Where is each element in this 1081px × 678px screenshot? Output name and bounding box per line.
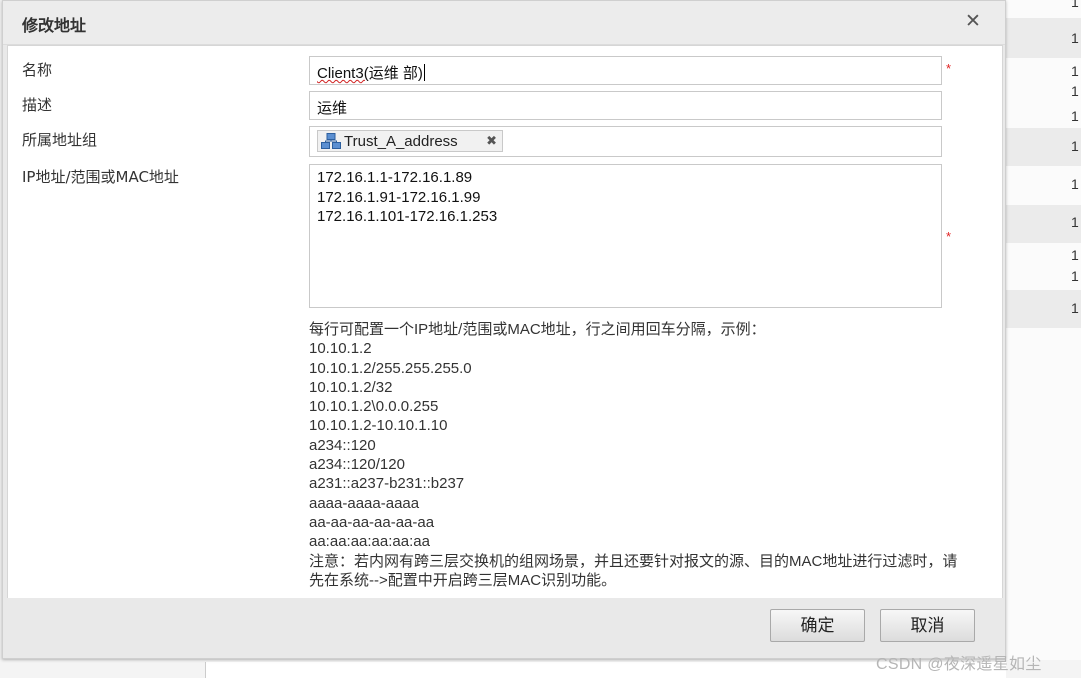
background-row-stripe (1005, 18, 1081, 58)
help-example: 10.10.1.2-10.10.1.10 (309, 417, 448, 435)
background-cell: 1 (1071, 138, 1079, 154)
ip-line: 172.16.1.101-172.16.1.253 (317, 208, 498, 225)
description-label: 描述 (22, 96, 53, 114)
background-cell: 1 (1071, 247, 1079, 263)
help-example: 10.10.1.2 (309, 340, 372, 358)
background-cell: 1 (1071, 108, 1079, 124)
background-row-stripe (1005, 128, 1081, 166)
description-input[interactable]: 运维 (309, 91, 942, 120)
background-cell: 1 (1071, 83, 1079, 99)
help-text: 每行可配置一个IP地址/范围或MAC地址，行之间用回车分隔，示例： 10.10.… (309, 320, 969, 590)
required-mark: * (946, 61, 952, 76)
help-example: aaaa-aaaa-aaaa (309, 494, 420, 512)
address-group-tag-label: Trust_A_address (344, 132, 458, 150)
help-example: aa:aa:aa:aa:aa:aa (309, 533, 430, 551)
background-cell: 1 (1071, 30, 1079, 46)
cancel-button[interactable]: 取消 (880, 609, 975, 642)
name-input[interactable]: Client3(运维 部) (309, 56, 942, 85)
help-example: 10.10.1.2\0.0.0.255 (309, 398, 439, 416)
close-icon[interactable]: ✕ (961, 10, 985, 34)
confirm-button[interactable]: 确定 (770, 609, 865, 642)
ip-line: 172.16.1.91-172.16.1.99 (317, 188, 481, 206)
background-cell: 1 (1071, 0, 1079, 10)
ip-lines: 172.16.1.1-172.16.1.89 172.16.1.91-172.1… (317, 168, 497, 227)
dialog-header: 修改地址 ✕ (3, 1, 1005, 45)
help-example: a234::120 (309, 436, 376, 454)
help-example: 10.10.1.2/32 (309, 378, 393, 396)
help-intro: 每行可配置一个IP地址/范围或MAC地址，行之间用回车分隔，示例： (309, 321, 766, 338)
help-note: 注意：若内网有跨三层交换机的组网场景，并且还要针对报文的源、目的MAC地址进行过… (309, 552, 958, 589)
help-example: a231::a237-b231::b237 (309, 475, 465, 493)
dialog-footer: 确定 取消 (3, 598, 1005, 658)
background-cell: 1 (1071, 176, 1079, 192)
name-value-rest: 运维 部) (368, 65, 423, 82)
network-group-icon (321, 133, 341, 149)
background-cell: 1 (1071, 63, 1079, 79)
ip-label: IP地址/范围或MAC地址 (22, 168, 179, 186)
address-group-tag: Trust_A_address ✖ (317, 130, 503, 152)
required-mark: * (946, 229, 952, 244)
name-value: Client3(运维 部) (317, 62, 425, 83)
help-example: 10.10.1.2/255.255.255.0 (309, 359, 472, 377)
address-group-label: 所属地址组 (22, 131, 98, 149)
dialog-body: 名称 Client3(运维 部) * 描述 运维 所属地址组 Trust_A_a… (7, 45, 1003, 599)
background-cell: 1 (1071, 214, 1079, 230)
help-example: aa-aa-aa-aa-aa-aa (309, 513, 435, 531)
ip-textarea[interactable]: 172.16.1.1-172.16.1.89 172.16.1.91-172.1… (309, 164, 942, 308)
text-caret (423, 64, 425, 81)
description-value: 运维 (317, 100, 348, 117)
address-group-select[interactable]: Trust_A_address ✖ (309, 126, 942, 157)
name-label: 名称 (22, 61, 53, 79)
edit-address-dialog: 修改地址 ✕ 名称 Client3(运维 部) * 描述 运维 所属地址组 Tr… (2, 0, 1006, 659)
dialog-title: 修改地址 (22, 16, 87, 35)
background-row-stripe (1005, 290, 1081, 328)
remove-tag-icon[interactable]: ✖ (486, 133, 497, 149)
ip-line: 172.16.1.1-172.16.1.89 (317, 169, 473, 186)
name-value-main: Client3( (317, 65, 369, 82)
background-cell: 1 (1071, 268, 1079, 284)
background-cell: 1 (1071, 300, 1079, 316)
background-row-stripe (1005, 205, 1081, 243)
watermark: CSDN @夜深遥星如尘 (876, 656, 1042, 673)
help-example: a234::120/120 (309, 456, 405, 474)
background-page-right (1005, 0, 1081, 678)
